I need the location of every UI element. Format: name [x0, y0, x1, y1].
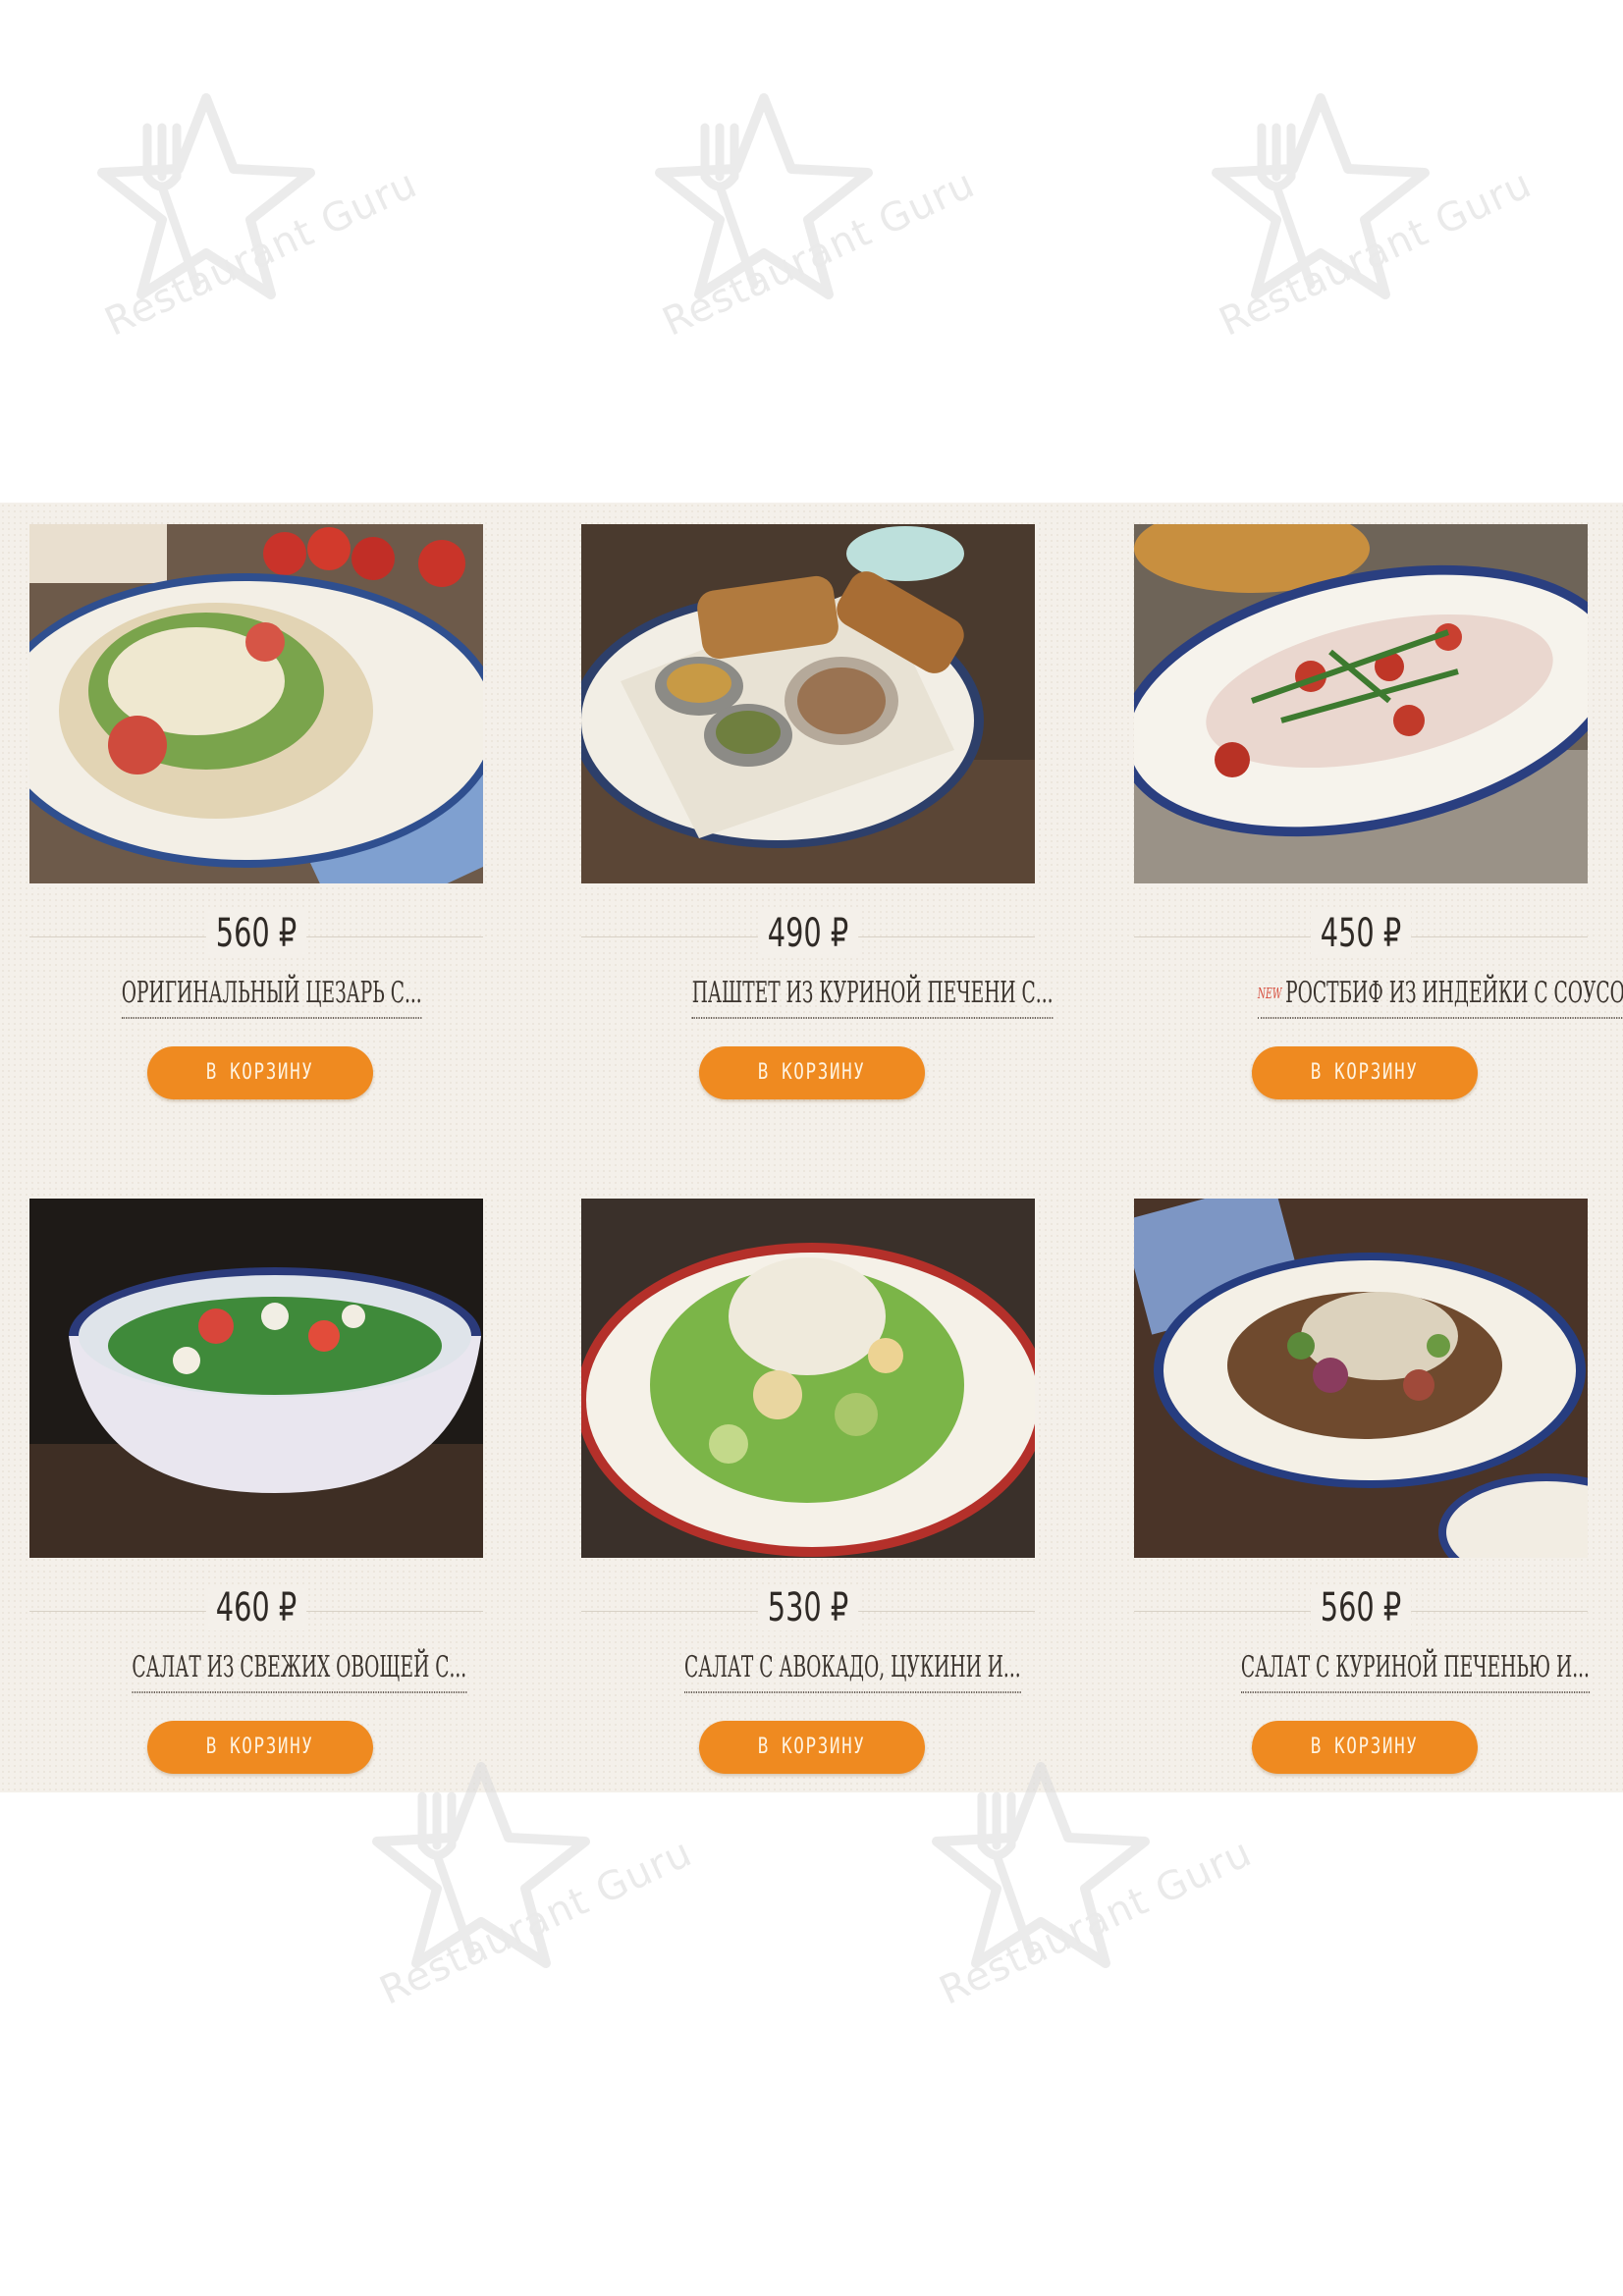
dish-title-link[interactable]: ПАШТЕТ ИЗ КУРИНОЙ ПЕЧЕНИ С... — [691, 974, 1054, 1019]
add-to-cart-button[interactable]: В КОРЗИНУ — [147, 1046, 373, 1099]
turkey-roastbeef-photo[interactable] — [1134, 524, 1588, 883]
price-row: 560 ₽ — [1134, 1581, 1588, 1640]
watermark-text: Restaurant Guru — [98, 161, 424, 346]
dish-title-text: РОСТБИФ ИЗ ИНДЕЙКИ С СОУСОМ... — [1285, 976, 1623, 1010]
caesar-salad-photo[interactable] — [29, 524, 483, 883]
menu-card: 560 ₽ ОРИГИНАЛЬНЫЙ ЦЕЗАРЬ С... В КОРЗИНУ — [29, 524, 483, 1113]
price-row: 530 ₽ — [581, 1581, 1035, 1640]
fork-star-logo-icon — [1212, 93, 1430, 299]
watermark-text: Restaurant Guru — [373, 1830, 699, 2014]
fresh-vegetable-salad-photo[interactable] — [29, 1199, 483, 1558]
price-row: 560 ₽ — [29, 907, 483, 966]
add-to-cart-button[interactable]: В КОРЗИНУ — [1252, 1721, 1478, 1774]
dish-title-link[interactable]: САЛАТ ИЗ СВЕЖИХ ОВОЩЕЙ С... — [132, 1648, 467, 1693]
menu-card: 560 ₽ САЛАТ С КУРИНОЙ ПЕЧЕНЬЮ И... В КОР… — [1134, 1199, 1590, 1788]
add-to-cart-button[interactable]: В КОРЗИНУ — [147, 1721, 373, 1774]
watermark: Restaurant Guru — [1163, 59, 1576, 432]
add-to-cart-button[interactable]: В КОРЗИНУ — [699, 1721, 925, 1774]
dish-price: 560 ₽ — [1310, 1585, 1412, 1630]
add-to-cart-button[interactable]: В КОРЗИНУ — [699, 1046, 925, 1099]
watermark: Restaurant Guru — [49, 59, 461, 432]
dish-price: 490 ₽ — [757, 911, 859, 956]
chicken-liver-pate-photo[interactable] — [581, 524, 1035, 883]
dish-price: 560 ₽ — [205, 911, 307, 956]
fork-star-logo-icon — [655, 93, 873, 299]
watermark-text: Restaurant Guru — [656, 161, 982, 346]
dish-price: 460 ₽ — [205, 1585, 307, 1630]
price-row: 490 ₽ — [581, 907, 1035, 966]
menu-grid: 560 ₽ ОРИГИНАЛЬНЫЙ ЦЕЗАРЬ С... В КОРЗИНУ… — [0, 503, 1623, 1792]
dish-price: 530 ₽ — [757, 1585, 859, 1630]
watermark: Restaurant Guru — [607, 59, 1019, 432]
new-badge: NEW — [1257, 985, 1282, 1002]
dish-title-link[interactable]: САЛАТ С КУРИНОЙ ПЕЧЕНЬЮ И... — [1240, 1648, 1590, 1693]
add-to-cart-button[interactable]: В КОРЗИНУ — [1252, 1046, 1478, 1099]
price-row: 460 ₽ — [29, 1581, 483, 1640]
menu-card: 490 ₽ ПАШТЕТ ИЗ КУРИНОЙ ПЕЧЕНИ С... В КО… — [581, 524, 1054, 1113]
avocado-zucchini-salad-photo[interactable] — [581, 1199, 1035, 1558]
dish-title-link[interactable]: САЛАТ С АВОКАДО, ЦУКИНИ И... — [684, 1648, 1021, 1693]
dish-title-link[interactable]: ОРИГИНАЛЬНЫЙ ЦЕЗАРЬ С... — [121, 974, 422, 1019]
dish-title-link[interactable]: NEWРОСТБИФ ИЗ ИНДЕЙКИ С СОУСОМ... — [1257, 974, 1623, 1019]
watermark-text: Restaurant Guru — [933, 1830, 1259, 2014]
chicken-liver-salad-photo[interactable] — [1134, 1199, 1588, 1558]
menu-card: 460 ₽ САЛАТ ИЗ СВЕЖИХ ОВОЩЕЙ С... В КОРЗ… — [29, 1199, 483, 1788]
dish-price: 450 ₽ — [1310, 911, 1412, 956]
watermark-text: Restaurant Guru — [1213, 161, 1539, 346]
menu-card: 530 ₽ САЛАТ С АВОКАДО, ЦУКИНИ И... В КОР… — [581, 1199, 1035, 1788]
fork-star-logo-icon — [97, 93, 315, 299]
menu-card: 450 ₽ NEWРОСТБИФ ИЗ ИНДЕЙКИ С СОУСОМ... … — [1134, 524, 1623, 1113]
price-row: 450 ₽ — [1134, 907, 1588, 966]
